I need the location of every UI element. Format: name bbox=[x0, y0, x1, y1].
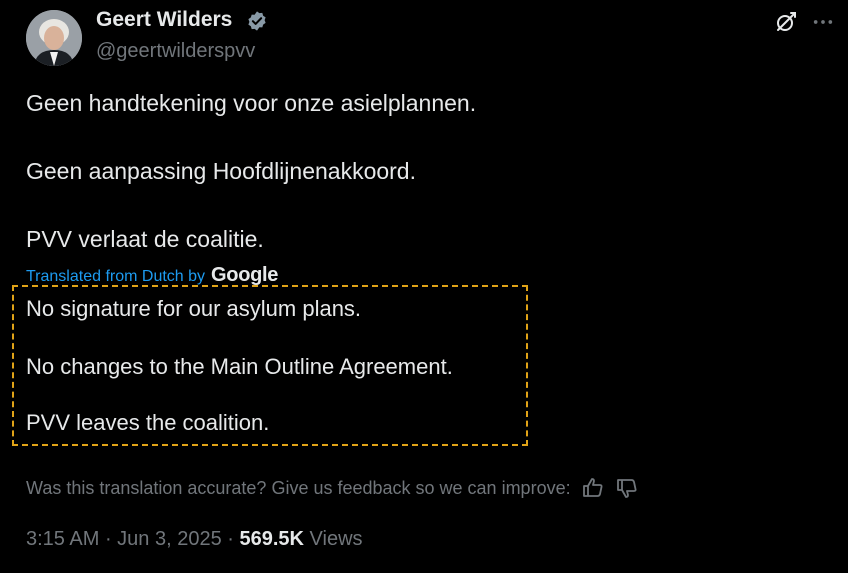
translated-label[interactable]: Translated from Dutch by Google bbox=[26, 264, 278, 287]
tweet-actions-top bbox=[774, 10, 834, 34]
feedback-text: Was this translation accurate? Give us f… bbox=[26, 477, 571, 498]
tweet-meta: 3:15 AM · Jun 3, 2025 · 569.5K Views bbox=[26, 528, 363, 551]
avatar-image bbox=[26, 10, 82, 66]
avatar[interactable] bbox=[26, 10, 82, 66]
verified-badge-icon bbox=[248, 11, 266, 31]
google-logo: Google bbox=[211, 264, 279, 286]
grok-icon[interactable] bbox=[774, 10, 798, 34]
translation-feedback: Was this translation accurate? Give us f… bbox=[26, 476, 639, 500]
author-name[interactable]: Geert Wilders bbox=[96, 8, 232, 32]
more-icon[interactable] bbox=[812, 11, 834, 33]
tweet-time[interactable]: 3:15 AM bbox=[26, 528, 99, 550]
translation-line-2: No changes to the Main Outline Agreement… bbox=[26, 354, 453, 379]
views-count: 569.5K bbox=[239, 528, 304, 550]
tweet-line-1: Geen handtekening voor onze asielplannen… bbox=[26, 90, 477, 116]
views-label: Views bbox=[309, 528, 363, 550]
translation-line-3: PVV leaves the coalition. bbox=[26, 410, 270, 435]
separator: · bbox=[104, 528, 118, 550]
tweet-date[interactable]: Jun 3, 2025 bbox=[117, 528, 222, 550]
tweet-line-3: PVV verlaat de coalitie. bbox=[26, 226, 264, 252]
translated-from-text[interactable]: Translated from Dutch by bbox=[26, 268, 205, 286]
tweet-line-2: Geen aanpassing Hoofdlijnenakkoord. bbox=[26, 158, 416, 184]
separator: · bbox=[227, 528, 240, 550]
translation-line-1: No signature for our asylum plans. bbox=[26, 296, 362, 321]
thumbs-up-icon[interactable] bbox=[581, 476, 605, 500]
thumbs-down-icon[interactable] bbox=[615, 476, 639, 500]
author-handle[interactable]: @geertwilderspvv bbox=[96, 40, 255, 63]
